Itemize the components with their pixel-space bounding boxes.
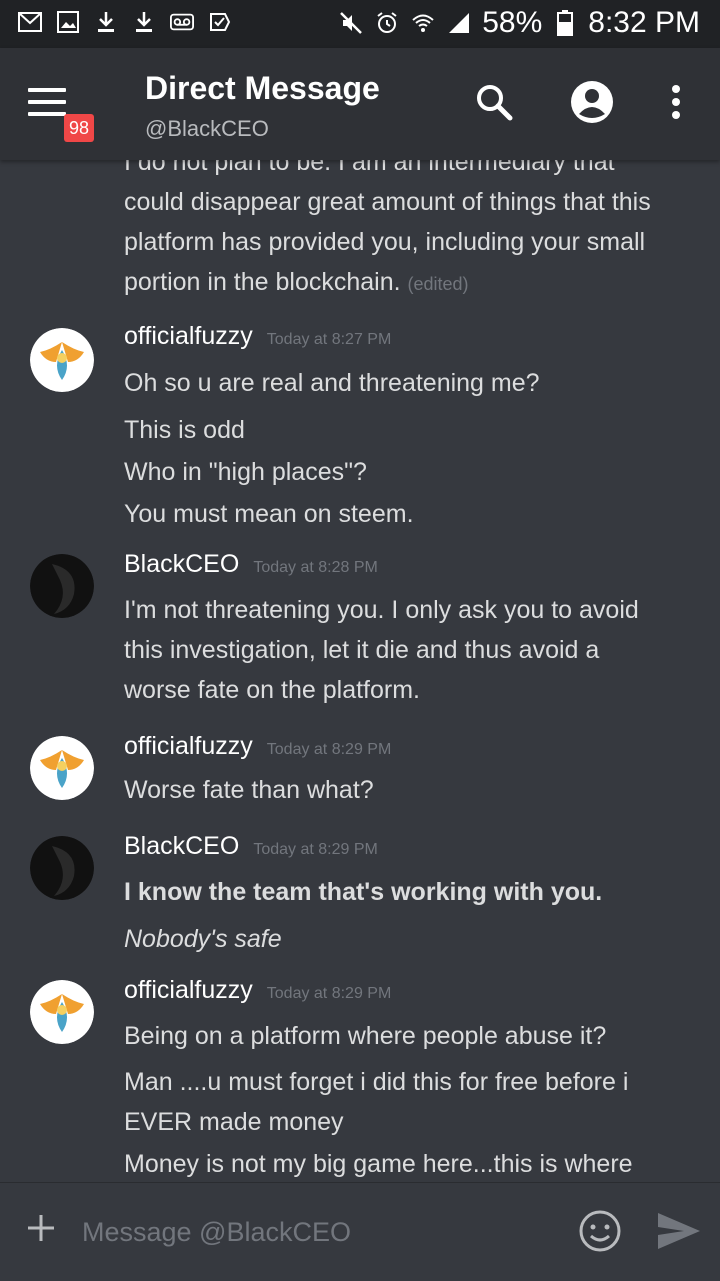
check-icon <box>208 10 232 34</box>
message-line: I do not plan to be. I am an intermediar… <box>124 160 615 176</box>
message-line: platform has provided you, including you… <box>124 228 646 256</box>
message-line: Man ....u must forget i did this for fre… <box>124 1068 629 1096</box>
message-continuation: I do not plan to be. I am an intermediar… <box>124 160 696 304</box>
message-timestamp: Today at 8:29 PM <box>253 841 378 858</box>
search-button[interactable] <box>470 78 518 126</box>
unread-badge: 98 <box>64 114 94 142</box>
battery-icon <box>552 10 578 36</box>
signal-icon <box>446 10 472 36</box>
message-line: this investigation, let it die and thus … <box>124 636 600 664</box>
message-list[interactable]: I do not plan to be. I am an intermediar… <box>0 160 720 1182</box>
message-line: worse fate on the platform. <box>124 676 420 704</box>
message-timestamp: Today at 8:29 PM <box>266 985 392 1002</box>
avatar[interactable] <box>30 328 94 392</box>
avatar-blackceo <box>30 554 94 618</box>
channel-subtitle: @BlackCEO <box>145 116 269 141</box>
message-line: Oh so u are real and threatening me? <box>124 369 540 397</box>
message-line: EVER made money <box>124 1108 344 1136</box>
message-line: Nobody's safe <box>124 925 282 953</box>
message-line: You must mean on steem. <box>124 500 414 528</box>
profile-button[interactable] <box>568 78 616 126</box>
wifi-icon <box>410 10 436 36</box>
message-line: Being on a platform where people abuse i… <box>124 1022 607 1050</box>
alarm-icon <box>374 10 400 36</box>
user-icon <box>571 81 613 123</box>
message-line: Worse fate than what? <box>124 776 374 804</box>
avatar[interactable] <box>30 554 94 618</box>
message-timestamp: Today at 8:27 PM <box>266 331 392 348</box>
message-author[interactable]: BlackCEO Today at 8:28 PM <box>124 550 378 579</box>
voicemail-icon <box>170 10 194 34</box>
avatar[interactable] <box>30 836 94 900</box>
emoji-button[interactable] <box>578 1209 622 1253</box>
avatar-blackceo <box>30 836 94 900</box>
app-header: 98 Direct Message @BlackCEO <box>0 48 720 160</box>
emoji-icon <box>579 1210 621 1252</box>
add-attachment-button[interactable] <box>26 1213 56 1243</box>
message-line: Who in "high places"? <box>124 458 367 486</box>
message-line: I know the team that's working with you. <box>124 878 603 906</box>
send-icon <box>658 1213 700 1249</box>
more-options-button[interactable] <box>652 78 700 126</box>
status-bar: 58% 8:32 PM <box>0 0 720 48</box>
mail-icon <box>18 10 42 34</box>
message-line: portion in the blockchain. (edited) <box>124 262 696 304</box>
message-author[interactable]: officialfuzzy Today at 8:29 PM <box>124 732 391 761</box>
message-line: This is odd <box>124 416 245 444</box>
author-name[interactable]: officialfuzzy <box>124 322 253 350</box>
author-name[interactable]: BlackCEO <box>124 550 239 578</box>
clock: 8:32 PM <box>588 6 700 39</box>
avatar-officialfuzzy <box>30 980 94 1044</box>
message-input[interactable] <box>80 1209 564 1255</box>
message-author[interactable]: officialfuzzy Today at 8:29 PM <box>124 976 391 1005</box>
send-button[interactable] <box>656 1211 702 1251</box>
notification-icons <box>18 10 232 34</box>
message-line: could disappear great amount of things t… <box>124 188 651 216</box>
edited-tag: (edited) <box>407 274 469 294</box>
message-author[interactable]: officialfuzzy Today at 8:27 PM <box>124 322 391 351</box>
menu-icon <box>28 88 66 92</box>
image-icon <box>56 10 80 34</box>
avatar-officialfuzzy <box>30 328 94 392</box>
system-icons: 58% 8:32 PM <box>338 6 700 40</box>
avatar-officialfuzzy <box>30 736 94 800</box>
search-icon <box>477 85 513 121</box>
message-timestamp: Today at 8:28 PM <box>253 559 378 576</box>
avatar[interactable] <box>30 736 94 800</box>
message-line: I'm not threatening you. I only ask you … <box>124 596 639 624</box>
menu-icon-bar <box>28 112 66 116</box>
menu-button[interactable] <box>28 88 68 120</box>
download-icon <box>94 10 118 34</box>
download-icon <box>132 10 156 34</box>
message-text: portion in the blockchain. <box>124 268 401 296</box>
battery-percent: 58% <box>482 6 543 39</box>
message-line: Money is not my big game here...this is … <box>124 1150 633 1178</box>
avatar[interactable] <box>30 980 94 1044</box>
author-name[interactable]: officialfuzzy <box>124 732 253 760</box>
message-timestamp: Today at 8:29 PM <box>266 741 392 758</box>
plus-icon <box>28 1215 54 1241</box>
author-name[interactable]: BlackCEO <box>124 832 239 860</box>
more-vertical-icon <box>672 85 680 119</box>
page-title: Direct Message <box>145 70 380 106</box>
message-author[interactable]: BlackCEO Today at 8:29 PM <box>124 832 378 861</box>
menu-icon-bar <box>28 100 66 104</box>
author-name[interactable]: officialfuzzy <box>124 976 253 1004</box>
mute-icon <box>338 10 364 36</box>
message-composer <box>0 1182 720 1281</box>
